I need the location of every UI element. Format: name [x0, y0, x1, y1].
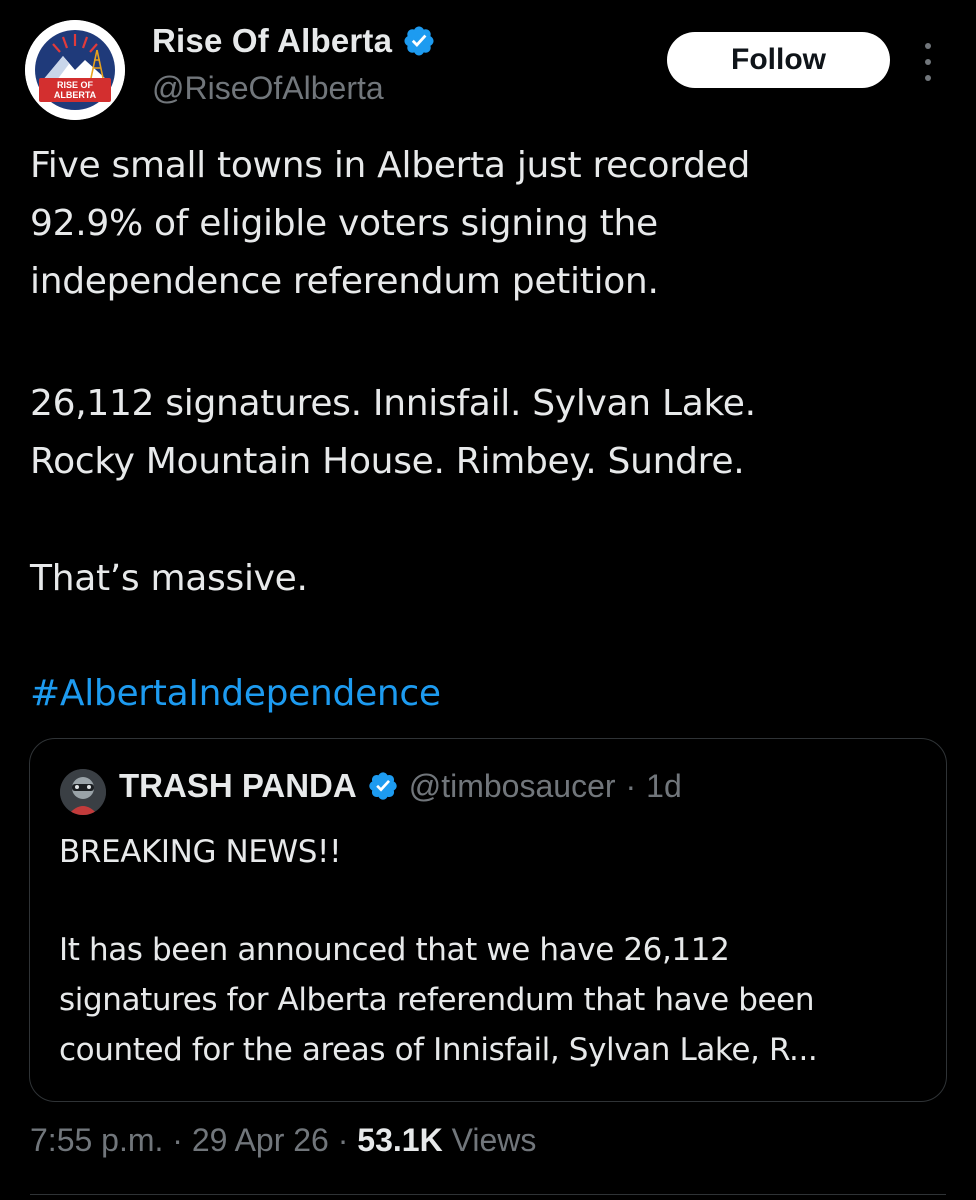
tweet-text-line: Five small towns in Alberta just recorde…	[30, 145, 751, 186]
quoted-tweet-line: BREAKING NEWS!!	[59, 834, 342, 870]
views-label: Views	[451, 1122, 537, 1158]
quoted-author-name[interactable]: TRASH PANDA	[119, 767, 357, 805]
tweet-text-line: That’s massive.	[30, 558, 308, 599]
quoted-separator: ·	[625, 767, 637, 804]
author-name-row[interactable]: Rise Of Alberta	[152, 22, 436, 60]
meta-separator: ·	[172, 1122, 183, 1158]
hashtag-link[interactable]: #AlbertaIndependence	[30, 665, 441, 723]
tweet-text-line: Rocky Mountain House. Rimbey. Sundre.	[30, 441, 745, 482]
rise-of-alberta-logo: RISE OF ALBERTA	[25, 20, 125, 120]
divider	[30, 1194, 946, 1195]
quoted-author-handle[interactable]: @timbosaucer	[409, 768, 616, 805]
quoted-tweet-age: 1d	[646, 767, 682, 804]
tweet-text-line: 92.9% of eligible voters signing the	[30, 203, 658, 244]
tweet-meta: 7:55 p.m. · 29 Apr 26 · 53.1K Views	[30, 1122, 536, 1159]
tweet-time[interactable]: 7:55 p.m.	[30, 1122, 163, 1158]
quoted-tweet-header: TRASH PANDA @timbosaucer · 1d	[119, 767, 682, 805]
verified-badge-icon	[404, 26, 434, 56]
tweet-text-line: independence referendum petition.	[30, 261, 659, 302]
tweet-text-line: 26,112 signatures. Innisfail. Sylvan Lak…	[30, 383, 756, 424]
more-options-icon[interactable]	[916, 40, 940, 84]
views-count[interactable]: 53.1K	[357, 1122, 442, 1158]
tweet-date[interactable]: 29 Apr 26	[192, 1122, 329, 1158]
more-dot	[925, 43, 931, 49]
quoted-tweet-line: counted for the areas of Innisfail, Sylv…	[59, 1032, 818, 1068]
quoted-author-avatar[interactable]	[60, 769, 106, 815]
more-dot	[925, 59, 931, 65]
author-handle[interactable]: @RiseOfAlberta	[152, 70, 384, 107]
logo-text-line1: RISE OF	[57, 80, 94, 90]
raccoon-avatar-image	[60, 769, 106, 815]
quoted-tweet-card[interactable]: TRASH PANDA @timbosaucer · 1d BREAKING N…	[29, 738, 947, 1102]
author-avatar[interactable]: RISE OF ALBERTA	[25, 20, 125, 120]
verified-badge-icon	[369, 772, 397, 800]
quoted-tweet-line: signatures for Alberta referendum that h…	[59, 982, 815, 1018]
author-display-name[interactable]: Rise Of Alberta	[152, 22, 392, 60]
follow-button[interactable]: Follow	[667, 32, 890, 88]
logo-text-line2: ALBERTA	[54, 90, 97, 100]
tweet-detail: RISE OF ALBERTA Rise Of Alberta @RiseOfA…	[0, 0, 976, 1200]
quoted-tweet-line: It has been announced that we have 26,11…	[59, 932, 730, 968]
meta-separator: ·	[337, 1122, 349, 1158]
more-dot	[925, 75, 931, 81]
